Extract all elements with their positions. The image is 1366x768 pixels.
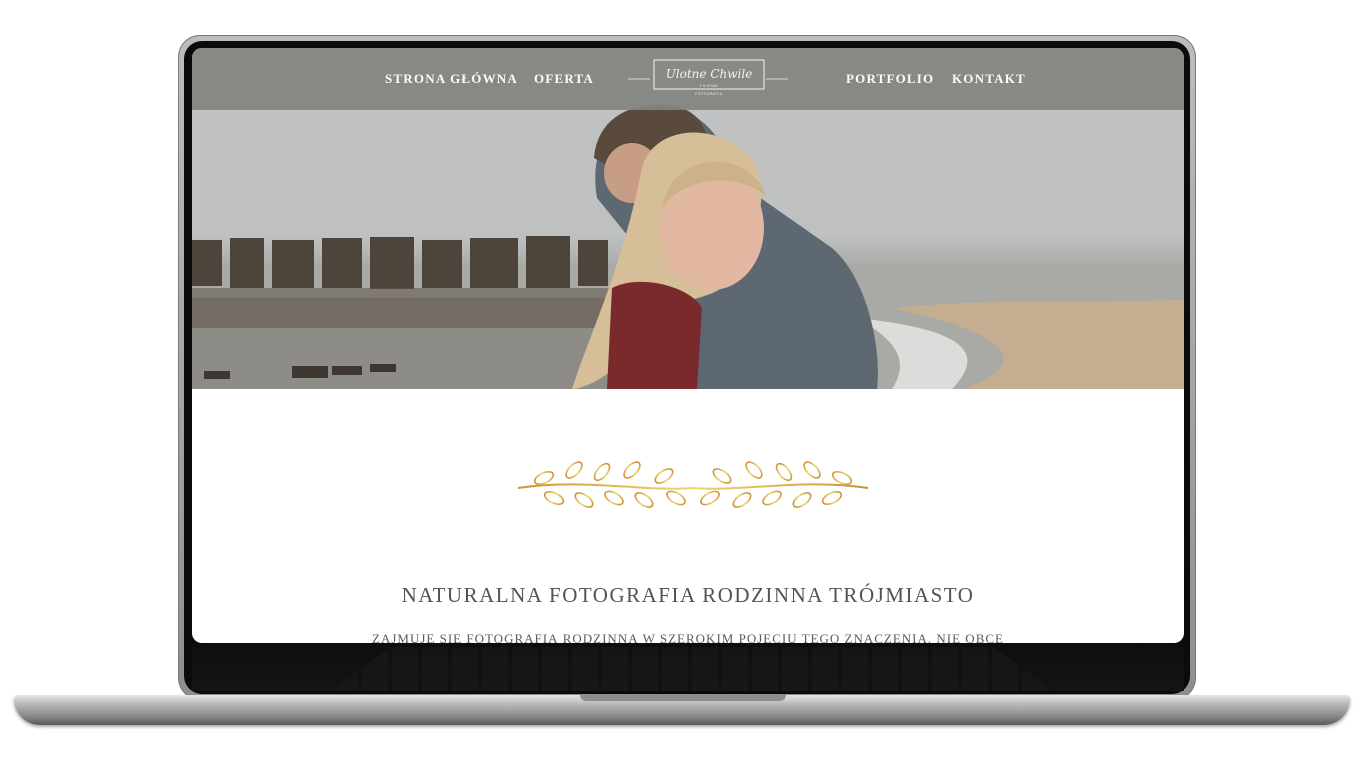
keyboard-reflection — [192, 643, 1184, 691]
svg-text:FILIPIAK: FILIPIAK — [700, 84, 718, 88]
site-logo[interactable]: Ulotne Chwile FILIPIAK FOTOGRAFIA — [628, 58, 790, 100]
site-header: STRONA GŁÓWNA OFERTA Ulotne Chwile FILIP… — [192, 48, 1184, 110]
svg-text:Ulotne Chwile: Ulotne Chwile — [666, 67, 753, 81]
keyboard-keys — [332, 647, 1052, 691]
page-heading: NATURALNA FOTOGRAFIA RODZINNA TRÓJMIASTO — [401, 583, 975, 608]
laptop-notch — [580, 695, 786, 701]
intro-paragraph: ZAJMUJĘ SIĘ FOTOGRAFIĄ RODZINNĄ W SZEROK… — [372, 631, 1004, 643]
nav-portfolio-link[interactable]: PORTFOLIO — [846, 71, 934, 87]
nav-offer-link[interactable]: OFERTA — [534, 71, 594, 87]
svg-text:FOTOGRAFIA: FOTOGRAFIA — [695, 92, 723, 96]
nav-contact-link[interactable]: KONTAKT — [952, 71, 1026, 87]
nav-home-link[interactable]: STRONA GŁÓWNA — [385, 71, 518, 87]
laurel-branch-icon — [517, 461, 869, 508]
browser-viewport: STRONA GŁÓWNA OFERTA Ulotne Chwile FILIP… — [192, 48, 1184, 643]
